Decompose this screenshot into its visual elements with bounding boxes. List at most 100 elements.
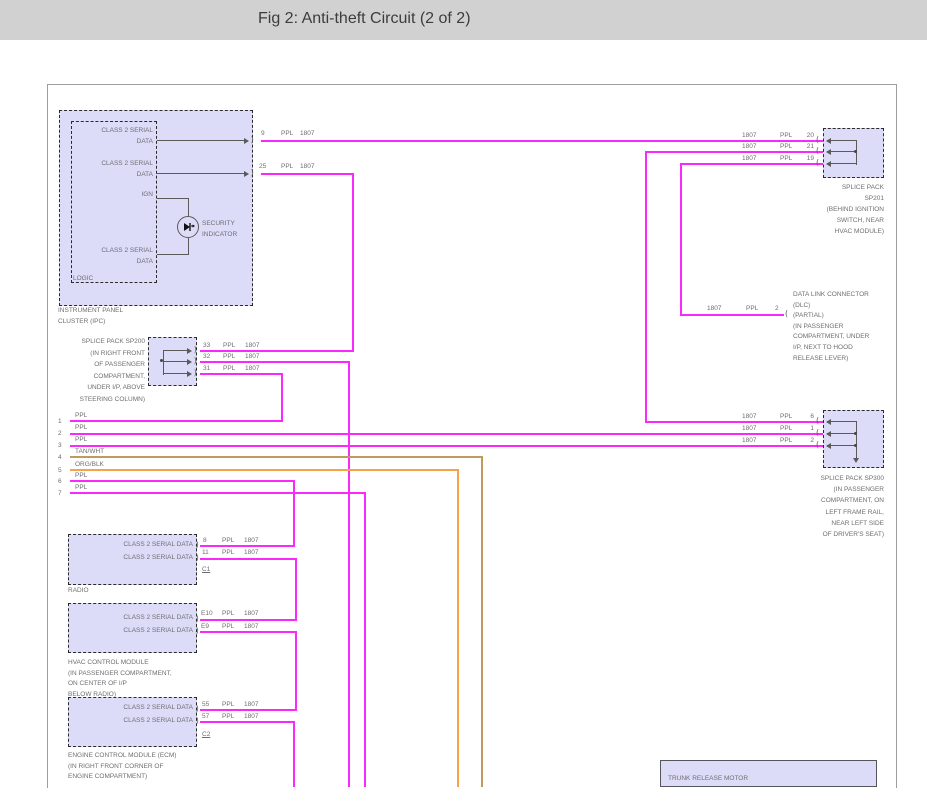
sp201-stub-21	[827, 151, 856, 152]
pin-number: 33	[203, 343, 210, 350]
wire-circuit: 1807	[244, 611, 258, 618]
pin-number: 1	[800, 426, 814, 433]
wire-sp200-33-h	[200, 350, 354, 352]
wire-color: PPL	[281, 131, 293, 138]
ipc-indicator-lead-v	[188, 238, 189, 255]
ipc-pin25-arrow-icon	[244, 171, 249, 177]
figure-title-bar: Fig 2: Anti-theft Circuit (2 of 2)	[0, 0, 927, 40]
wire-5-v	[457, 469, 459, 787]
ipc-pin9-connector-icon: )	[250, 136, 255, 144]
ipc-serial-bottom-label: CLASS 2 SERIAL DATA	[71, 246, 153, 267]
hvac-pin-label: CLASS 2 SERIAL DATA	[80, 615, 193, 622]
sp201-stub-20	[827, 140, 856, 141]
wire-sp200-32-v	[348, 361, 350, 787]
anti-theft-circuit-page: Fig 2: Anti-theft Circuit (2 of 2) CLASS…	[0, 0, 927, 805]
sp201-connector-icon: (	[815, 147, 820, 155]
wire-sp200-32-h	[200, 361, 350, 363]
wire-sp300-6-h	[645, 421, 823, 423]
wire-circuit: 1807	[300, 164, 314, 171]
wire-circuit: 1807	[707, 306, 721, 313]
wire-color: PPL	[222, 550, 234, 557]
radio-name: RADIO	[68, 588, 89, 595]
wire-ecm-57-v	[293, 721, 295, 787]
sp201-box	[823, 128, 884, 178]
wire-radio-11-h	[200, 558, 297, 560]
wire-sp200-31-v	[281, 373, 283, 422]
left-wire-number: 5	[58, 468, 62, 475]
trunk-release-motor-box	[660, 760, 877, 787]
left-wire-number: 1	[58, 419, 62, 426]
wire-color: PPL	[222, 714, 234, 721]
hvac-pin-label: CLASS 2 SERIAL DATA	[80, 628, 193, 635]
ipc-ign-label: IGN	[71, 192, 153, 199]
sp200-connector-icon: )	[193, 357, 198, 365]
sp201-stub-19	[827, 163, 856, 164]
sp200-connector-icon: )	[193, 369, 198, 377]
wire-circuit: 1807	[244, 702, 258, 709]
sp200-stub-32	[163, 361, 190, 362]
radio-pin-label: CLASS 2 SERIAL DATA	[80, 542, 193, 549]
wire-4-h	[70, 456, 483, 458]
wire-color: PPL	[746, 306, 758, 313]
ipc-name: INSTRUMENT PANEL CLUSTER (IPC)	[58, 306, 123, 327]
led-icon	[178, 217, 198, 237]
wire-color: PPL	[223, 343, 235, 350]
left-wire-color: PPL	[75, 473, 87, 480]
ecm-pin-label: CLASS 2 SERIAL DATA	[80, 718, 193, 725]
left-wire-color: PPL	[75, 425, 87, 432]
wire-circuit: 1807	[244, 624, 258, 631]
wire-color: PPL	[780, 414, 792, 421]
pin-number: 6	[800, 414, 814, 421]
pin-number: 9	[261, 131, 265, 138]
ecm-connector-icon: )	[195, 705, 200, 713]
radio-connector-icon: )	[195, 554, 200, 562]
wire-circuit: 1807	[245, 354, 259, 361]
ipc-indicator-lead-h	[157, 254, 188, 255]
dlc-connector-icon: (	[784, 310, 789, 318]
wire-color: PPL	[222, 624, 234, 631]
pin-number: 31	[203, 366, 210, 373]
security-indicator-label: SECURITY INDICATOR	[202, 219, 237, 240]
wire-5-h	[70, 469, 459, 471]
sp200-name: SPLICE PACK SP200 (IN RIGHT FRONT OF PAS…	[20, 336, 145, 405]
wire-color: PPL	[780, 438, 792, 445]
wire-ecm-55-h	[200, 709, 297, 711]
trunk-release-motor-label: TRUNK RELEASE MOTOR	[668, 776, 748, 783]
hvac-connector-icon: )	[195, 627, 200, 635]
pin-number: 19	[800, 156, 814, 163]
wire-color: PPL	[281, 164, 293, 171]
wire-3-to-sp300-2	[70, 445, 823, 447]
wire-color: PPL	[222, 702, 234, 709]
sp300-bus	[856, 421, 857, 458]
wire-circuit: 1807	[742, 156, 756, 163]
wire-circuit: 1807	[742, 426, 756, 433]
ecm-name: ENGINE CONTROL MODULE (ECM) (IN RIGHT FR…	[68, 751, 176, 783]
sp300-bus-arrow-icon	[853, 458, 859, 463]
left-wire-color: TAN/WHT	[75, 449, 104, 456]
left-wire-number: 7	[58, 491, 62, 498]
wire-circuit: 1807	[244, 714, 258, 721]
wire-circuit: 1807	[245, 343, 259, 350]
sp200-stub-33	[163, 350, 190, 351]
wire-color: PPL	[222, 538, 234, 545]
wire-7-h	[70, 492, 366, 494]
left-wire-color: ORG/BLK	[75, 462, 104, 469]
pin-number: 2	[800, 438, 814, 445]
wire-color: PPL	[223, 366, 235, 373]
ipc-pin-label: CLASS 2 SERIAL DATA	[71, 126, 153, 147]
wire-ipc9-to-sp201-20	[261, 140, 823, 142]
radio-connector-icon: )	[195, 541, 200, 549]
hvac-name: HVAC CONTROL MODULE (IN PASSENGER COMPAR…	[68, 658, 172, 700]
wire-color: PPL	[780, 426, 792, 433]
pin-number: 8	[203, 538, 207, 545]
pin-number: 21	[800, 144, 814, 151]
sp300-arrow-icon	[826, 431, 831, 437]
wire-ecm-57-h	[200, 721, 295, 723]
sp300-arrow-icon	[826, 419, 831, 425]
wire-sp200-31-h	[200, 373, 283, 375]
wire-sp201-19-h	[680, 163, 823, 165]
left-wire-color: PPL	[75, 485, 87, 492]
dlc-name: DATA LINK CONNECTOR (DLC) (PARTIAL) (IN …	[793, 290, 903, 364]
radio-pin-label: CLASS 2 SERIAL DATA	[80, 555, 193, 562]
pin-number: E10	[201, 611, 213, 618]
